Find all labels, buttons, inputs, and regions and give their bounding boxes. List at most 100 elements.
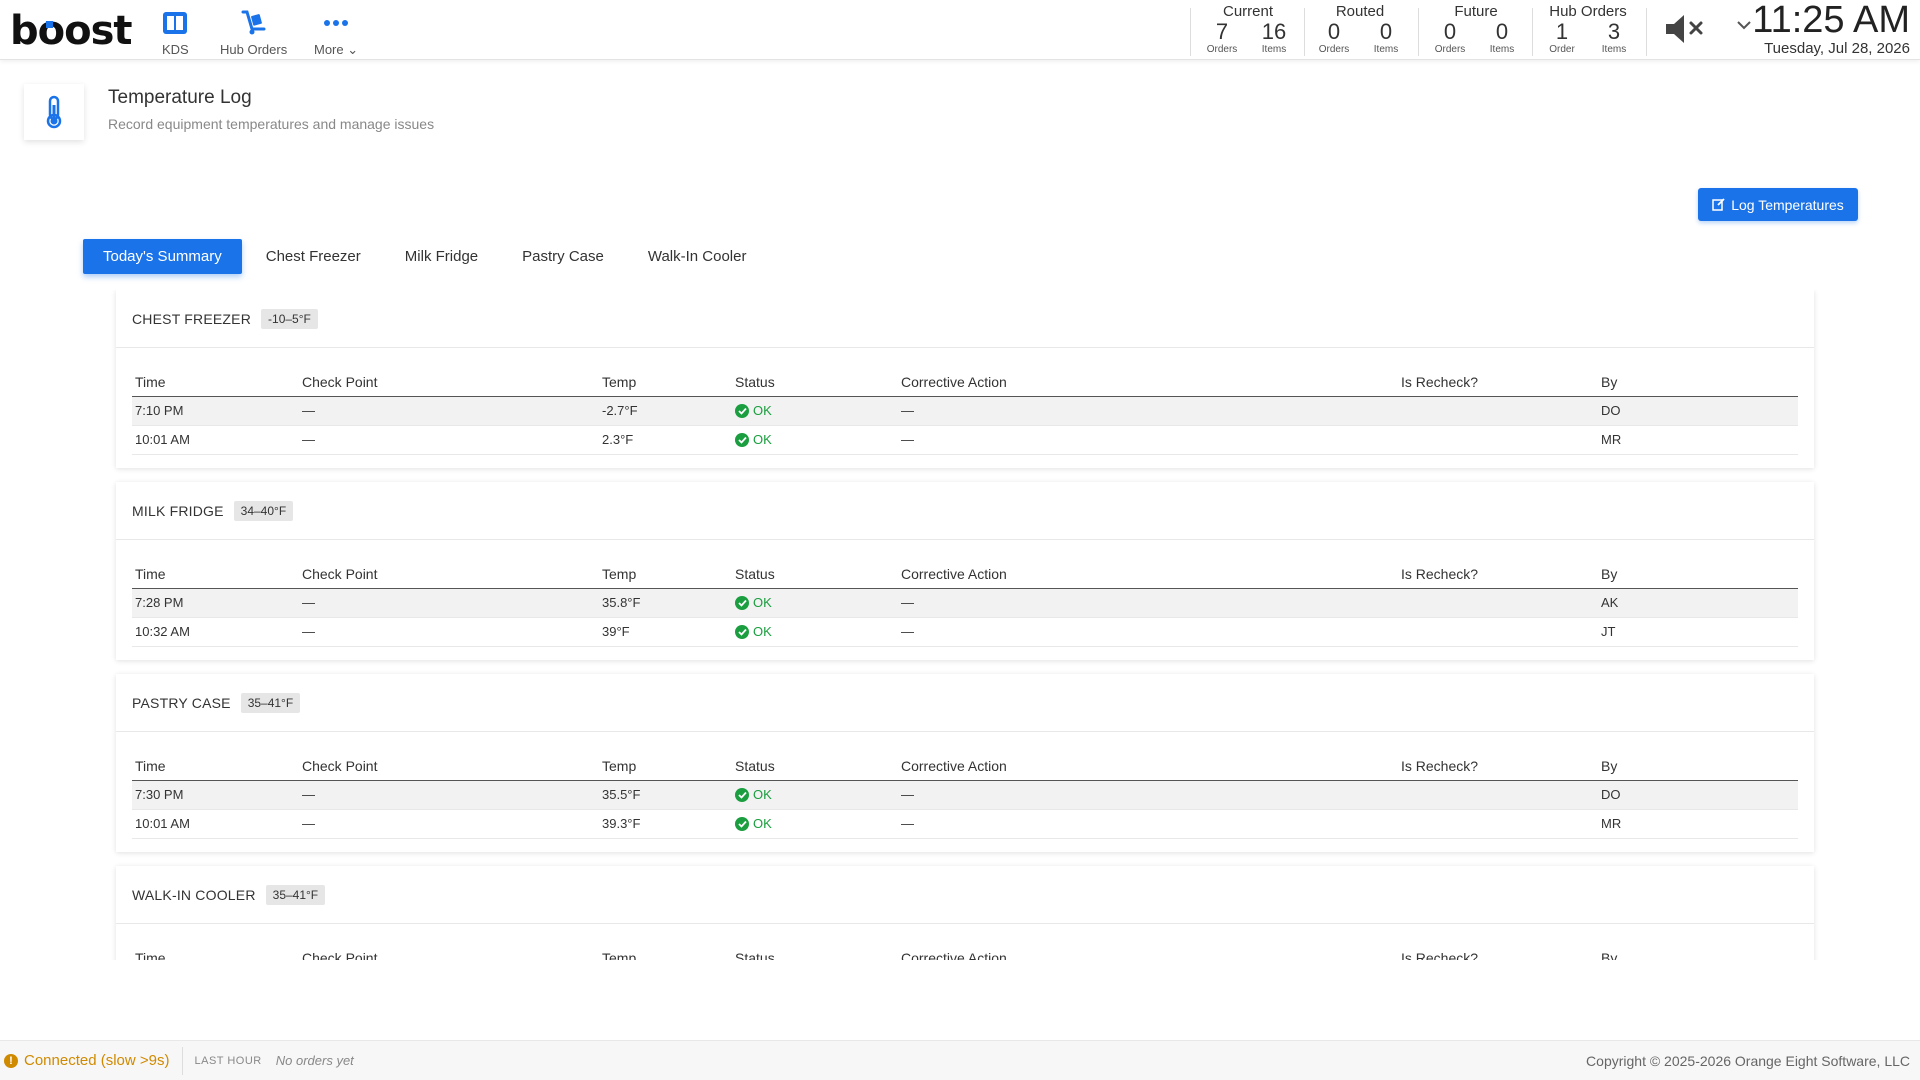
status-text: OK [753, 624, 772, 640]
stat-orders-unit: Orders [1434, 44, 1466, 55]
connection-status[interactable]: ! Connected (slow >9s) [0, 1052, 170, 1069]
header-divider [1646, 8, 1647, 56]
header-dropdown[interactable] [1736, 18, 1752, 36]
col-temp: Temp [599, 556, 732, 589]
col-check-point: Check Point [299, 748, 599, 781]
summary-content[interactable]: CHEST FREEZER -10–5°F Time Check Point T… [0, 290, 1920, 960]
col-is-recheck: Is Recheck? [1398, 748, 1598, 781]
stat-title: Current [1222, 3, 1274, 20]
status-text: OK [753, 432, 772, 448]
col-check-point: Check Point [299, 556, 599, 589]
check-circle-icon [735, 595, 749, 610]
mute-toggle[interactable] [1664, 12, 1706, 51]
section-card-pastry-case: PASTRY CASE 35–41°F Time Check Point Tem… [116, 674, 1814, 852]
stat-orders-count: 1 [1555, 19, 1569, 44]
card-header: CHEST FREEZER -10–5°F [116, 290, 1814, 348]
cell-status: OK [732, 396, 898, 426]
cell-corrective-action: — [898, 617, 1398, 647]
table-row[interactable]: 10:01 AM — 2.3°F OK — MR [132, 425, 1798, 455]
nav-hub-orders-label: Hub Orders [220, 42, 288, 57]
range-badge: -10–5°F [261, 308, 318, 329]
tab-walk-in-cooler[interactable]: Walk-In Cooler [628, 239, 767, 274]
table-row[interactable]: 7:28 PM — 35.8°F OK — AK [132, 588, 1798, 618]
col-temp: Temp [599, 748, 732, 781]
check-circle-icon [735, 787, 749, 802]
col-check-point: Check Point [299, 940, 599, 960]
stat-items-count: 16 [1261, 19, 1287, 44]
col-check-point: Check Point [299, 364, 599, 397]
col-status: Status [732, 364, 898, 397]
table-row[interactable]: 10:32 AM — 39°F OK — JT [132, 617, 1798, 647]
cell-by: DO [1598, 396, 1798, 426]
cell-time: 7:30 PM [132, 780, 299, 810]
stat-orders-count: 7 [1215, 19, 1229, 44]
speaker-muted-icon [1666, 15, 1703, 43]
tab-milk-fridge[interactable]: Milk Fridge [385, 239, 498, 274]
nav-more-label: More ⌄ [314, 42, 359, 57]
col-temp: Temp [599, 940, 732, 960]
check-circle-icon [735, 403, 749, 418]
status-text: OK [753, 595, 772, 611]
section-name: PASTRY CASE [132, 694, 231, 711]
stat-routed[interactable]: Routed 0 Orders 0 Items [1312, 3, 1408, 55]
card-header: WALK-IN COOLER 35–41°F [116, 866, 1814, 924]
thermometer-icon [46, 95, 62, 129]
cell-is-recheck [1398, 396, 1598, 426]
cell-status: OK [732, 588, 898, 618]
col-by: By [1598, 940, 1798, 960]
header-divider [1190, 8, 1191, 56]
nav-more[interactable]: More ⌄ [314, 8, 358, 58]
temperature-table: Time Check Point Temp Status Corrective … [132, 556, 1798, 647]
stat-title: Future [1454, 3, 1498, 20]
top-header: boost KDS Hub Orders More ⌄ Current 7 Ord… [0, 0, 1920, 60]
header-divider [1418, 8, 1419, 56]
stat-future[interactable]: Future 0 Orders 0 Items [1428, 3, 1524, 55]
section-name: CHEST FREEZER [132, 310, 252, 327]
tab-todays-summary[interactable]: Today's Summary [83, 239, 242, 274]
cell-by: MR [1598, 809, 1798, 839]
col-corrective-action: Corrective Action [898, 364, 1398, 397]
header-divider [1532, 8, 1533, 56]
cell-check-point: — [299, 809, 599, 839]
boost-logo[interactable]: boost [10, 8, 133, 54]
col-by: By [1598, 556, 1798, 589]
nav-hub-orders[interactable]: Hub Orders [220, 8, 287, 57]
check-circle-icon [735, 432, 749, 447]
stat-items-unit: Items [1373, 44, 1399, 55]
status-footer: ! Connected (slow >9s) LAST HOUR No orde… [0, 1040, 1920, 1080]
cell-status: OK [732, 780, 898, 810]
cell-check-point: — [299, 780, 599, 810]
cell-time: 10:01 AM [132, 809, 299, 839]
connection-text: Connected (slow >9s) [24, 1052, 170, 1069]
cell-time: 10:01 AM [132, 425, 299, 455]
temperature-table: Time Check Point Temp Status Corrective … [132, 748, 1798, 839]
cell-check-point: — [299, 617, 599, 647]
col-corrective-action: Corrective Action [898, 748, 1398, 781]
log-temperatures-button[interactable]: Log Temperatures [1698, 188, 1858, 221]
nav-kds[interactable]: KDS [162, 8, 189, 57]
col-corrective-action: Corrective Action [898, 556, 1398, 589]
cell-by: JT [1598, 617, 1798, 647]
tab-bar: Today's Summary Chest Freezer Milk Fridg… [83, 239, 770, 274]
footer-divider [181, 1046, 183, 1075]
cell-is-recheck [1398, 809, 1598, 839]
status-text: OK [753, 403, 772, 419]
col-time: Time [132, 940, 299, 960]
col-by: By [1598, 748, 1798, 781]
tab-pastry-case[interactable]: Pastry Case [502, 239, 624, 274]
cell-by: DO [1598, 780, 1798, 810]
stat-items-unit: Items [1261, 44, 1287, 55]
stat-hub-orders[interactable]: Hub Orders 1 Order 3 Items [1540, 3, 1636, 55]
col-is-recheck: Is Recheck? [1398, 556, 1598, 589]
table-row[interactable]: 10:01 AM — 39.3°F OK — MR [132, 809, 1798, 839]
cell-is-recheck [1398, 588, 1598, 618]
stat-items-count: 0 [1379, 19, 1393, 44]
stat-orders-unit: Order [1549, 44, 1575, 55]
table-row[interactable]: 7:30 PM — 35.5°F OK — DO [132, 780, 1798, 810]
table-row[interactable]: 7:10 PM — -2.7°F OK — DO [132, 396, 1798, 426]
stat-orders-count: 0 [1443, 19, 1457, 44]
tab-chest-freezer[interactable]: Chest Freezer [246, 239, 381, 274]
stat-items-count: 3 [1607, 19, 1621, 44]
stat-current[interactable]: Current 7 Orders 16 Items [1200, 3, 1296, 55]
cell-temp: 39°F [599, 617, 732, 647]
